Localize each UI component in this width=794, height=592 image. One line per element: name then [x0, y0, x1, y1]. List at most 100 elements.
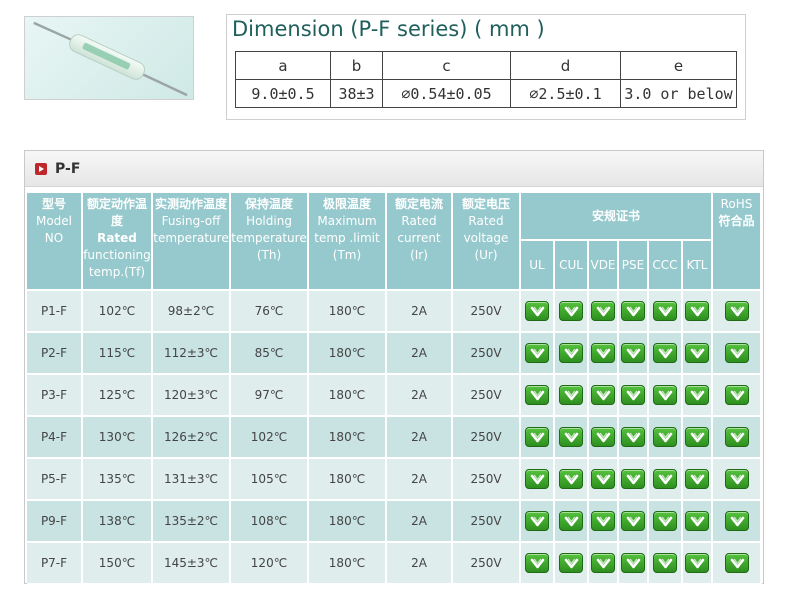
cell-ur: 250V: [453, 543, 521, 585]
arrow-right-icon: [35, 162, 47, 175]
col-cert-ul: UL: [521, 241, 555, 291]
cell-ur: 250V: [453, 291, 521, 333]
cell-tm: 180℃: [309, 375, 387, 417]
cell-cert-ccc: [649, 543, 683, 585]
cell-cert-vde: [589, 291, 619, 333]
cell-cert-vde: [589, 375, 619, 417]
check-icon: [724, 511, 749, 531]
col-cert-cul: CUL: [555, 241, 589, 291]
cell-cert-pse: [619, 543, 649, 585]
check-icon: [525, 469, 549, 489]
cell-fusing: 145±3℃: [153, 543, 231, 585]
dim-header-d: d: [510, 51, 621, 80]
check-icon: [653, 427, 677, 447]
check-icon: [685, 427, 709, 447]
cell-cert-ul: [521, 333, 555, 375]
dim-value-d: ∅2.5±0.1: [510, 79, 621, 108]
check-icon: [724, 343, 749, 363]
cell-cert-ktl: [683, 459, 713, 501]
check-icon: [653, 343, 677, 363]
cell-tf: 150℃: [83, 543, 153, 585]
cell-ir: 2A: [387, 333, 453, 375]
cell-th: 85℃: [231, 333, 309, 375]
cell-rohs: [713, 291, 762, 333]
check-icon: [724, 469, 749, 489]
check-icon: [591, 427, 615, 447]
table-row: P1-F 102℃ 98±2℃ 76℃ 180℃ 2A 250V: [27, 291, 762, 333]
cell-cert-pse: [619, 291, 649, 333]
check-icon: [525, 385, 549, 405]
dim-header-c: c: [382, 51, 511, 80]
cell-tm: 180℃: [309, 459, 387, 501]
check-icon: [559, 469, 583, 489]
cell-tf: 130℃: [83, 417, 153, 459]
dim-value-b: 38±3: [330, 79, 383, 108]
spec-table: 型号 Model NO 额定动作温度 Rated functioning tem…: [27, 193, 762, 585]
check-icon: [559, 511, 583, 531]
cell-model: P7-F: [27, 543, 83, 585]
cell-fusing: 135±2℃: [153, 501, 231, 543]
dim-value-a: 9.0±0.5: [235, 79, 331, 108]
check-icon: [525, 511, 549, 531]
table-body: P1-F 102℃ 98±2℃ 76℃ 180℃ 2A 250V P2-F 115℃ 112±3℃…: [27, 291, 762, 585]
col-model: 型号 Model NO: [27, 193, 83, 291]
check-icon: [621, 469, 645, 489]
cell-ir: 2A: [387, 375, 453, 417]
cell-cert-pse: [619, 417, 649, 459]
dimension-box: Dimension (P-F series) ( mm ) a b c d e …: [226, 14, 746, 120]
cell-ur: 250V: [453, 333, 521, 375]
table-header-row: 型号 Model NO 额定动作温度 Rated functioning tem…: [27, 193, 762, 291]
check-icon: [724, 427, 749, 447]
cell-cert-ul: [521, 375, 555, 417]
dimension-table: a b c d e 9.0±0.5 38±3 ∅0.54±0.05 ∅2.5±0…: [235, 51, 737, 108]
cell-fusing: 131±3℃: [153, 459, 231, 501]
cell-cert-ul: [521, 501, 555, 543]
col-cert-pse: PSE: [619, 241, 649, 291]
cell-cert-ktl: [683, 333, 713, 375]
cell-ur: 250V: [453, 375, 521, 417]
check-icon: [685, 511, 709, 531]
check-icon: [685, 385, 709, 405]
dim-value-c: ∅0.54±0.05: [382, 79, 511, 108]
check-icon: [724, 301, 749, 321]
col-holding-temp: 保持温度 Holding temperature (Th): [231, 193, 309, 291]
cell-cert-ccc: [649, 291, 683, 333]
check-icon: [525, 301, 549, 321]
cell-cert-ktl: [683, 543, 713, 585]
dimension-title: Dimension (P-F series) ( mm ): [232, 17, 545, 41]
cell-tf: 138℃: [83, 501, 153, 543]
cell-cert-vde: [589, 459, 619, 501]
cell-cert-ktl: [683, 375, 713, 417]
check-icon: [591, 385, 615, 405]
cell-cert-cul: [555, 417, 589, 459]
check-icon: [591, 553, 615, 573]
check-icon: [621, 301, 645, 321]
cell-rohs: [713, 501, 762, 543]
cell-cert-pse: [619, 333, 649, 375]
dim-header-a: a: [235, 51, 331, 80]
table-row: P9-F 138℃ 135±2℃ 108℃ 180℃ 2A 250V: [27, 501, 762, 543]
col-fusing-temp: 实测动作温度 Fusing-off temperature: [153, 193, 231, 291]
cell-cert-ccc: [649, 333, 683, 375]
cell-cert-ul: [521, 291, 555, 333]
cell-cert-vde: [589, 501, 619, 543]
cell-ir: 2A: [387, 291, 453, 333]
col-cert-ktl: KTL: [683, 241, 713, 291]
thermal-fuse-image: [33, 21, 188, 97]
cell-rohs: [713, 543, 762, 585]
check-icon: [559, 343, 583, 363]
cell-tf: 102℃: [83, 291, 153, 333]
cell-rohs: [713, 459, 762, 501]
check-icon: [724, 385, 749, 405]
check-icon: [653, 301, 677, 321]
cell-cert-ktl: [683, 417, 713, 459]
col-cert-ccc: CCC: [649, 241, 683, 291]
col-cert-group: 安规证书: [521, 193, 713, 241]
cell-th: 76℃: [231, 291, 309, 333]
check-icon: [559, 301, 583, 321]
cell-th: 120℃: [231, 543, 309, 585]
cell-model: P5-F: [27, 459, 83, 501]
table-row: P2-F 115℃ 112±3℃ 85℃ 180℃ 2A 250V: [27, 333, 762, 375]
cell-tm: 180℃: [309, 417, 387, 459]
check-icon: [559, 553, 583, 573]
